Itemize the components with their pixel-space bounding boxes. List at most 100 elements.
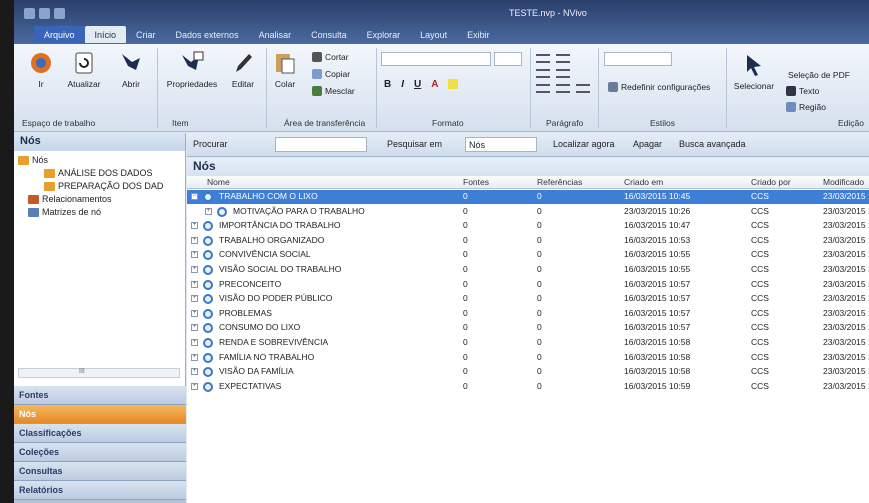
tab-exibir[interactable]: Exibir bbox=[457, 26, 500, 43]
col-criado-em[interactable]: Criado em bbox=[624, 177, 663, 187]
quick-access-toolbar bbox=[24, 8, 65, 19]
nav-fontes-button[interactable]: Fontes bbox=[14, 386, 186, 405]
style-combo[interactable] bbox=[604, 52, 672, 66]
highlight-icon[interactable] bbox=[448, 79, 459, 89]
table-row[interactable]: + CONSUMO DO LIXO 0 0 16/03/2015 10:57 CCS 23/… bbox=[187, 321, 869, 335]
expand-toggle-icon[interactable]: + bbox=[191, 251, 198, 259]
apagar-button[interactable]: Apagar bbox=[633, 139, 662, 149]
expand-toggle-icon[interactable]: + bbox=[191, 295, 198, 303]
tab-arquivo[interactable]: Arquivo bbox=[34, 26, 85, 43]
busca-avancada-button[interactable]: Busca avançada bbox=[679, 139, 746, 149]
table-row[interactable]: + MOTIVAÇÃO PARA O TRABALHO 0 0 23/03/2015 1… bbox=[187, 205, 869, 219]
expand-toggle-icon[interactable]: + bbox=[205, 207, 212, 215]
redo-icon[interactable] bbox=[54, 8, 65, 19]
decrease-indent-icon[interactable] bbox=[536, 69, 550, 78]
referencias-count: 0 bbox=[537, 205, 542, 216]
tab-explorar[interactable]: Explorar bbox=[357, 26, 411, 43]
table-row[interactable]: + VISÃO DA FAMÍLIA 0 0 16/03/2015 10:58 CCS 23… bbox=[187, 365, 869, 379]
abrir-button[interactable]: Abrir bbox=[114, 50, 148, 89]
tab-analisar[interactable]: Analisar bbox=[249, 26, 302, 43]
expand-toggle-icon[interactable]: + bbox=[191, 280, 198, 288]
group-label-paragraph: Parágrafo bbox=[546, 118, 584, 128]
align-center-icon[interactable] bbox=[556, 84, 570, 93]
expand-toggle-icon[interactable]: + bbox=[191, 236, 198, 244]
regiao-button[interactable]: Região bbox=[786, 102, 826, 112]
tree-item-preparacao-dos-dad[interactable]: PREPARAÇÃO DOS DAD bbox=[44, 181, 163, 191]
tab-consulta[interactable]: Consulta bbox=[301, 26, 357, 43]
font-name-combo[interactable] bbox=[381, 52, 491, 66]
bold-button[interactable]: B bbox=[384, 79, 391, 90]
table-row[interactable]: + TRABALHO ORGANIZADO 0 0 16/03/2015 10:53 CC… bbox=[187, 234, 869, 248]
window-title: TESTE.nvp - NVivo bbox=[509, 8, 587, 18]
expand-toggle-icon[interactable]: + bbox=[191, 266, 198, 273]
node-name: PROBLEMAS bbox=[219, 307, 272, 318]
nav-nos-button[interactable]: Nós bbox=[14, 405, 186, 424]
increase-indent-icon[interactable] bbox=[556, 69, 570, 78]
selecionar-button[interactable]: Selecionar bbox=[730, 52, 778, 91]
table-row[interactable]: + VISÃO DO PODER PÚBLICO 0 0 16/03/2015 10:5… bbox=[187, 292, 869, 306]
texto-button[interactable]: Texto bbox=[786, 86, 819, 96]
ir-button[interactable]: Ir bbox=[26, 50, 56, 89]
col-nome[interactable]: Nome bbox=[207, 177, 230, 187]
pesquisar-em-label[interactable]: Pesquisar em bbox=[387, 139, 442, 149]
table-row[interactable]: + PROBLEMAS 0 0 16/03/2015 10:57 CCS 23/03/201… bbox=[187, 307, 869, 321]
expand-toggle-icon[interactable]: + bbox=[191, 382, 198, 390]
table-row[interactable]: − TRABALHO COM O LIXO 0 0 16/03/2015 10:45 CC… bbox=[187, 190, 869, 205]
expand-toggle-icon[interactable]: + bbox=[191, 339, 198, 346]
nav-consultas-button[interactable]: Consultas bbox=[14, 462, 186, 481]
created-by: CCS bbox=[751, 191, 769, 201]
cortar-button[interactable]: Cortar bbox=[312, 52, 349, 62]
col-criado-por[interactable]: Criado por bbox=[751, 177, 791, 187]
col-referencias[interactable]: Referências bbox=[537, 177, 582, 187]
table-row[interactable]: + CONVIVÊNCIA SOCIAL 0 0 16/03/2015 10:55 CCS… bbox=[187, 248, 869, 262]
table-row[interactable]: + IMPORTÂNCIA DO TRABALHO 0 0 16/03/2015 10:… bbox=[187, 219, 869, 233]
expand-toggle-icon[interactable]: + bbox=[191, 368, 198, 376]
numbering-icon[interactable] bbox=[556, 54, 570, 63]
table-row[interactable]: + FAMÍLIA NO TRABALHO 0 0 16/03/2015 10:58 CC… bbox=[187, 351, 869, 365]
referencias-count: 0 bbox=[537, 380, 542, 391]
table-row[interactable]: + RENDA E SOBREVIVÊNCIA 0 0 16/03/2015 10:58… bbox=[187, 336, 869, 350]
tab-criar[interactable]: Criar bbox=[126, 26, 166, 43]
nav-relatorios-button[interactable]: Relatórios bbox=[14, 481, 186, 500]
expand-toggle-icon[interactable]: + bbox=[191, 222, 198, 230]
search-scope-field[interactable]: Nós bbox=[465, 137, 537, 152]
save-icon[interactable] bbox=[24, 8, 35, 19]
align-left-icon[interactable] bbox=[536, 84, 550, 93]
redefinir-configuracoes-button[interactable]: Redefinir configurações bbox=[608, 82, 710, 92]
tree-item-analise-dos-dados[interactable]: ANÁLISE DOS DADOS bbox=[44, 168, 153, 178]
nav-classificacoes-button[interactable]: Classificações bbox=[14, 424, 186, 443]
copiar-button[interactable]: Copiar bbox=[312, 69, 350, 79]
font-size-combo[interactable] bbox=[494, 52, 522, 66]
col-fontes[interactable]: Fontes bbox=[463, 177, 489, 187]
table-row[interactable]: + PRECONCEITO 0 0 16/03/2015 10:57 CCS 23/03/2… bbox=[187, 278, 869, 292]
editar-button[interactable]: Editar bbox=[226, 50, 260, 89]
expand-toggle-icon[interactable]: − bbox=[191, 193, 198, 200]
italic-button[interactable]: I bbox=[401, 79, 404, 90]
underline-button[interactable]: U bbox=[414, 79, 421, 90]
tree-item-relacionamentos[interactable]: Relacionamentos bbox=[28, 194, 112, 204]
expand-toggle-icon[interactable]: + bbox=[191, 309, 198, 317]
tab-layout[interactable]: Layout bbox=[410, 26, 457, 43]
propriedades-button[interactable]: Propriedades bbox=[164, 50, 220, 89]
nav-colecoes-button[interactable]: Coleções bbox=[14, 443, 186, 462]
tab-dados-externos[interactable]: Dados externos bbox=[166, 26, 249, 43]
mesclar-button[interactable]: Mesclar bbox=[312, 86, 355, 96]
indent-icon[interactable] bbox=[576, 54, 590, 63]
tree-item-matrizes-de-no[interactable]: Matrizes de nó bbox=[28, 207, 101, 217]
fontes-count: 0 bbox=[463, 307, 468, 318]
table-row[interactable]: + VISÃO SOCIAL DO TRABALHO 0 0 16/03/2015 10… bbox=[187, 263, 869, 277]
horizontal-scrollbar[interactable]: III bbox=[18, 368, 180, 378]
bullets-icon[interactable] bbox=[536, 54, 550, 63]
tab-inicio[interactable]: Início bbox=[84, 26, 127, 43]
expand-toggle-icon[interactable]: + bbox=[191, 324, 198, 332]
font-color-button[interactable]: A bbox=[431, 79, 438, 90]
search-input[interactable] bbox=[275, 137, 367, 152]
localizar-agora-button[interactable]: Localizar agora bbox=[553, 139, 615, 149]
atualizar-button[interactable]: Atualizar bbox=[62, 50, 106, 89]
colar-button[interactable]: Colar bbox=[270, 50, 300, 89]
tree-item-nos[interactable]: Nós bbox=[18, 155, 48, 165]
undo-icon[interactable] bbox=[39, 8, 50, 19]
align-right-icon[interactable] bbox=[576, 84, 590, 93]
expand-toggle-icon[interactable]: + bbox=[191, 353, 198, 361]
table-row[interactable]: + EXPECTATIVAS 0 0 16/03/2015 10:59 CCS 23/03/… bbox=[187, 380, 869, 394]
